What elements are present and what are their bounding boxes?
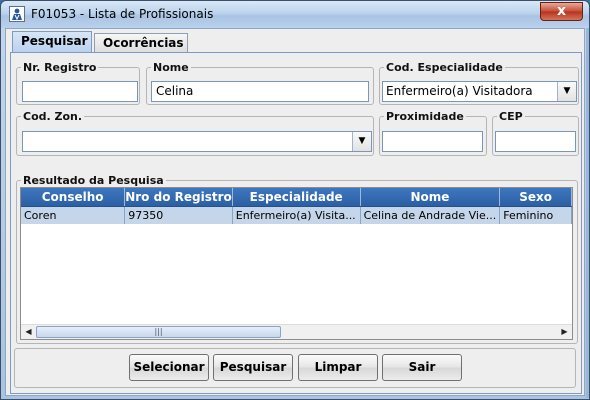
- nome-input[interactable]: Celina: [151, 81, 369, 102]
- close-button[interactable]: x: [540, 2, 583, 21]
- scroll-right-icon[interactable]: ▶: [557, 325, 572, 339]
- client-area: Pesquisar Ocorrências Nr. Registro Nome …: [5, 28, 585, 396]
- cod-especialidade-value: Enfermeiro(a) Visitadora: [386, 84, 533, 98]
- cod-zon-label: Cod. Zon.: [23, 110, 83, 123]
- col-header-nro-registro[interactable]: Nro do Registro: [124, 188, 233, 207]
- title-bar[interactable]: F01053 - Lista de Profissionais x: [1, 1, 589, 28]
- horizontal-scrollbar[interactable]: ◀ ||| ▶: [21, 324, 572, 339]
- app-window: F01053 - Lista de Profissionais x Pesqui…: [0, 0, 590, 400]
- cell-nome[interactable]: Celina de Andrade Vie...: [360, 206, 501, 224]
- scroll-thumb[interactable]: |||: [36, 326, 281, 338]
- pesquisar-button[interactable]: Pesquisar: [213, 354, 293, 381]
- scroll-left-icon[interactable]: ◀: [21, 325, 36, 339]
- table-header-row: Conselho Nro do Registro Especialidade N…: [21, 188, 572, 207]
- col-header-nome[interactable]: Nome: [360, 188, 501, 207]
- proximidade-input[interactable]: [382, 131, 483, 152]
- nr-registro-input[interactable]: [22, 81, 138, 102]
- tab-pesquisar[interactable]: Pesquisar: [12, 31, 92, 53]
- col-header-conselho[interactable]: Conselho: [21, 188, 126, 207]
- cod-especialidade-label: Cod. Especialidade: [386, 61, 503, 74]
- tab-panel-pesquisar: Nr. Registro Nome Celina Cod. Especialid…: [10, 52, 582, 394]
- chevron-down-icon[interactable]: ▼: [557, 82, 576, 101]
- col-header-especialidade[interactable]: Especialidade: [232, 188, 361, 207]
- selecionar-button[interactable]: Selecionar: [129, 354, 209, 381]
- cep-input[interactable]: [495, 131, 576, 152]
- cell-nro-registro[interactable]: 97350: [124, 206, 233, 224]
- proximidade-label: Proximidade: [386, 110, 464, 123]
- window-title: F01053 - Lista de Profissionais: [31, 7, 214, 21]
- close-icon: x: [556, 3, 567, 19]
- nome-label: Nome: [153, 61, 189, 74]
- nr-registro-label: Nr. Registro: [23, 61, 97, 74]
- col-header-sexo[interactable]: Sexo: [499, 188, 572, 207]
- cep-label: CEP: [499, 110, 523, 123]
- cod-zon-select[interactable]: ▼: [22, 131, 372, 152]
- results-grid[interactable]: Conselho Nro do Registro Especialidade N…: [20, 187, 573, 340]
- tab-ocorrencias[interactable]: Ocorrências: [94, 33, 188, 53]
- button-bar: Selecionar Pesquisar Limpar Sair: [14, 348, 576, 388]
- window-border-right: [586, 28, 589, 398]
- chevron-down-icon[interactable]: ▼: [352, 132, 371, 151]
- sair-button[interactable]: Sair: [382, 354, 462, 381]
- limpar-button[interactable]: Limpar: [298, 354, 378, 381]
- app-icon: [9, 6, 25, 22]
- cell-especialidade[interactable]: Enfermeiro(a) Visita...: [232, 206, 361, 224]
- resultado-label: Resultado da Pesquisa: [23, 174, 164, 187]
- cell-conselho[interactable]: Coren: [21, 206, 126, 224]
- table-row[interactable]: Coren 97350 Enfermeiro(a) Visita... Celi…: [21, 206, 572, 224]
- cell-sexo[interactable]: Feminino: [499, 206, 572, 224]
- cod-especialidade-select[interactable]: Enfermeiro(a) Visitadora ▼: [382, 81, 577, 102]
- results-table: Conselho Nro do Registro Especialidade N…: [21, 188, 572, 224]
